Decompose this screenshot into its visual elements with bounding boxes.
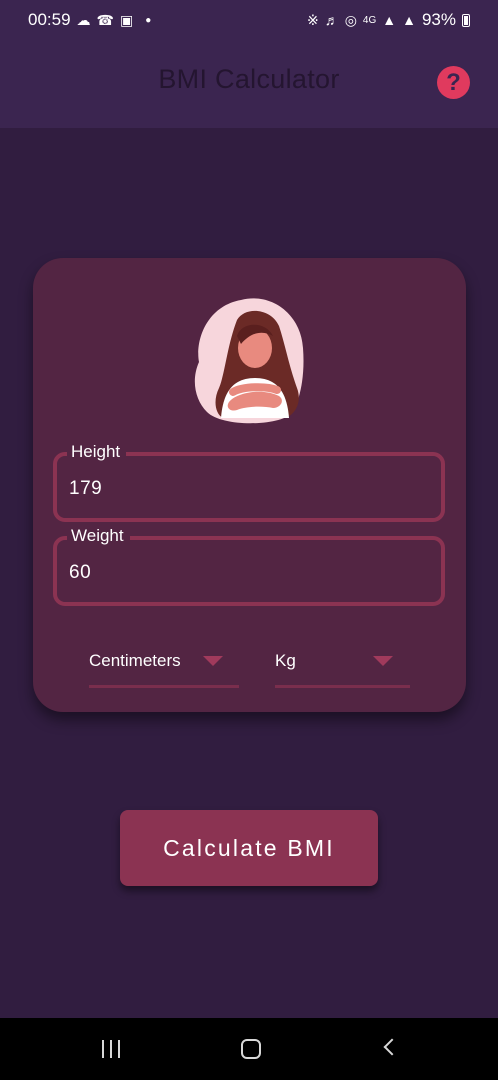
system-navigation-bar	[0, 1018, 498, 1080]
height-input[interactable]: 179	[69, 478, 102, 500]
chevron-down-icon	[373, 656, 393, 666]
weight-field[interactable]: Weight 60	[53, 526, 445, 606]
snapchat-icon: ☁	[76, 11, 91, 28]
status-time: 00:59	[28, 10, 71, 29]
back-icon[interactable]	[383, 1038, 401, 1056]
app-header: 00:59 ☁ ☎ ▣ ● ※ ♬ ◎ 4G ▲ ▲ 93% BMI Calcu…	[0, 0, 498, 128]
weight-unit-dropdown[interactable]: Kg	[275, 648, 410, 688]
battery-icon	[462, 13, 470, 27]
signal-icon: ▲	[382, 12, 397, 28]
status-right: ※ ♬ ◎ 4G ▲ ▲ 93%	[307, 10, 470, 30]
weight-label: Weight	[67, 526, 130, 546]
woman-hugging-illustration	[194, 298, 304, 424]
dot-icon: ●	[145, 14, 152, 26]
recents-icon[interactable]	[102, 1040, 120, 1058]
battery-percent: 93%	[421, 10, 456, 29]
bmi-input-card: Height 179 Weight 60 Centimeters Kg	[33, 258, 466, 712]
chevron-down-icon	[203, 656, 223, 666]
home-icon[interactable]	[241, 1039, 261, 1059]
calculate-bmi-button[interactable]: Calculate BMI	[120, 810, 378, 886]
status-left: 00:59 ☁ ☎ ▣ ●	[28, 10, 151, 30]
height-label: Height	[67, 442, 127, 462]
height-field[interactable]: Height 179	[53, 442, 445, 522]
help-icon[interactable]: ?	[437, 66, 470, 99]
height-unit-value: Centimeters	[89, 651, 181, 670]
height-unit-dropdown[interactable]: Centimeters	[89, 648, 239, 688]
hotspot-icon: ◎	[344, 11, 357, 28]
status-bar: 00:59 ☁ ☎ ▣ ● ※ ♬ ◎ 4G ▲ ▲ 93%	[0, 0, 498, 40]
mute-icon: ♬	[324, 12, 339, 28]
weight-input[interactable]: 60	[69, 562, 91, 584]
whatsapp-icon: ☎	[96, 11, 114, 28]
signal-icon: ▲	[402, 12, 416, 28]
gallery-icon: ▣	[120, 11, 134, 28]
weight-unit-value: Kg	[275, 651, 296, 670]
4g-icon: 4G	[362, 14, 377, 26]
bluetooth-icon: ※	[306, 11, 319, 28]
page-title: BMI Calculator	[158, 64, 340, 94]
